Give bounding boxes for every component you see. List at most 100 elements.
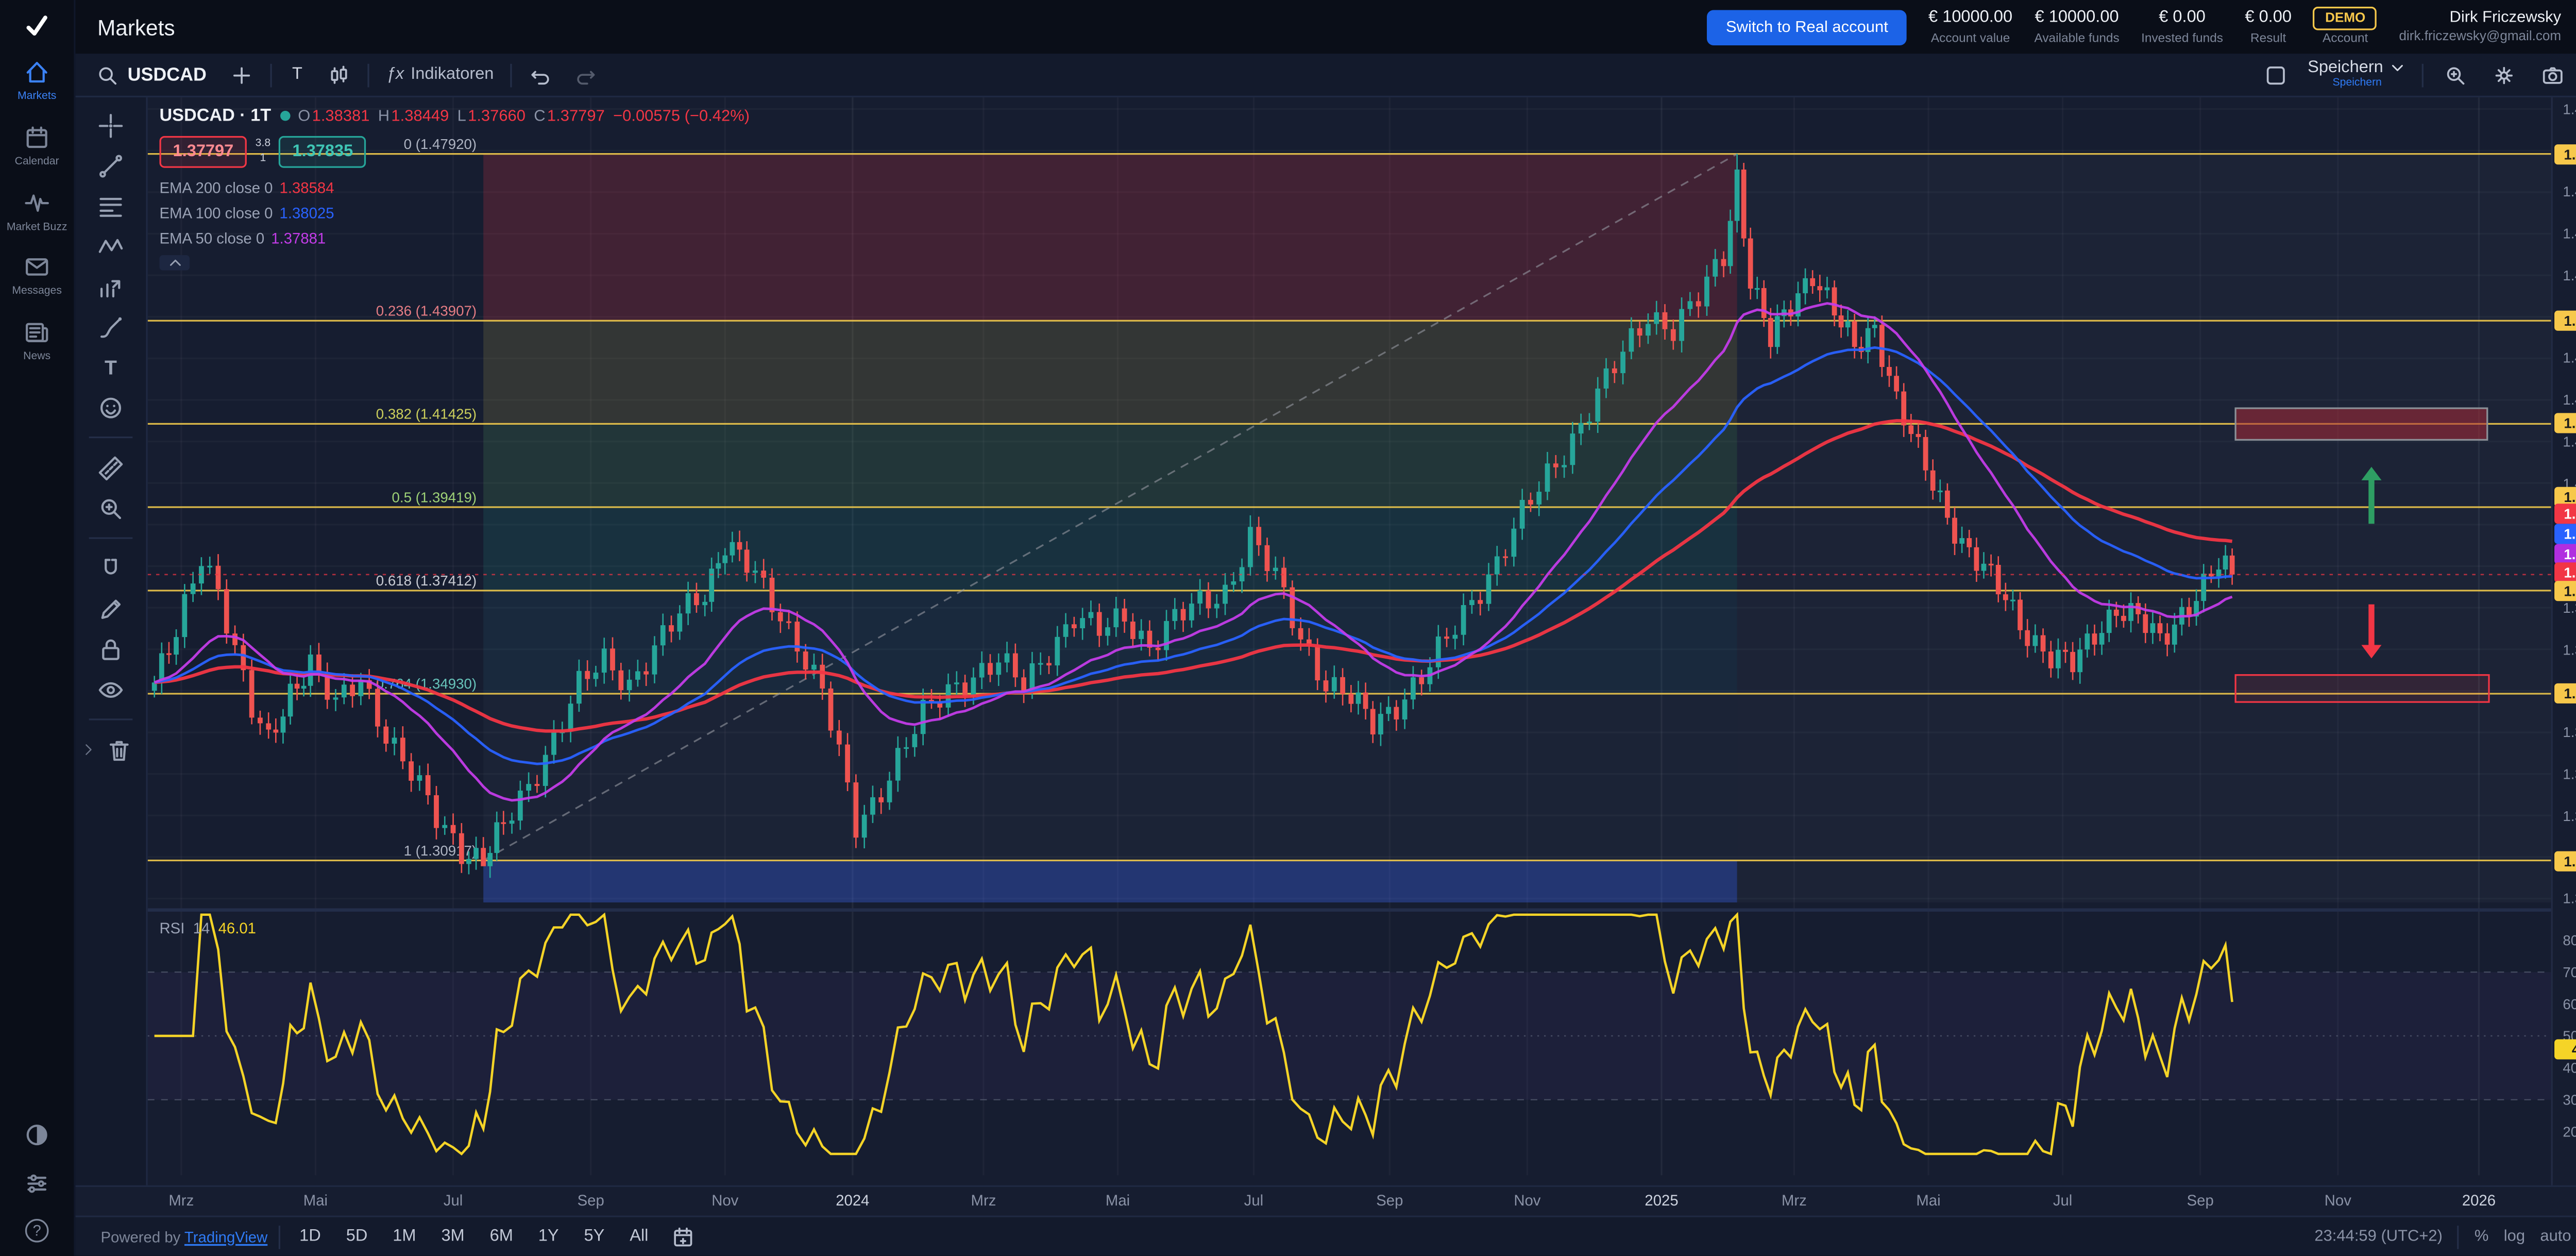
price-label-badge: 1.37412 xyxy=(2554,580,2576,600)
rsi-value-badge: 46.01 xyxy=(2554,1039,2576,1059)
range-6m-button[interactable]: 6M xyxy=(483,1224,520,1249)
stat-result: € 0.00Result xyxy=(2245,8,2292,45)
trash-icon[interactable] xyxy=(97,734,141,766)
time-tick: 2025 xyxy=(1645,1192,1678,1209)
mail-icon xyxy=(24,254,50,281)
range-1m-button[interactable]: 1M xyxy=(386,1224,422,1249)
bottom-toolbar: Powered by TradingView 1D 5D 1M 3M 6M 1Y… xyxy=(76,1216,2576,1256)
sidebar-item-label: News xyxy=(23,351,50,364)
time-axis[interactable]: MrzMaiJulSepNov2024MrzMaiJulSepNov2025Mr… xyxy=(76,1185,2576,1216)
indicator-legend-ema200[interactable]: EMA 200 close 01.38584 xyxy=(159,180,750,197)
magnet-icon[interactable] xyxy=(89,552,133,584)
sidebar-item-markets[interactable]: Markets xyxy=(0,59,74,104)
ohlc-values: O1.38381 H1.38449 L1.37660 C1.37797 xyxy=(298,107,605,125)
goto-date-icon[interactable] xyxy=(667,1220,700,1253)
rsi-tick: 40.00 xyxy=(2563,1060,2576,1077)
sidebar-item-calendar[interactable]: Calendar xyxy=(0,124,74,169)
price-tick: 1.30000 xyxy=(2563,890,2576,907)
toolbar-divider xyxy=(270,63,272,87)
buy-button[interactable]: 1.37835 xyxy=(279,136,366,168)
sidebar-item-messages[interactable]: Messages xyxy=(0,254,74,299)
sidebar-item-label: Calendar xyxy=(15,156,59,169)
time-tick: Mai xyxy=(303,1192,328,1209)
add-symbol-icon[interactable] xyxy=(225,58,259,91)
log-scale-toggle[interactable]: log xyxy=(2504,1227,2525,1246)
clock[interactable]: 23:44:59 (UTC+2) xyxy=(2314,1227,2443,1246)
range-1y-button[interactable]: 1Y xyxy=(532,1224,566,1249)
range-3m-button[interactable]: 3M xyxy=(434,1224,471,1249)
indicators-button[interactable]: ƒx Indikatoren xyxy=(381,60,499,89)
emoji-icon[interactable] xyxy=(89,391,133,423)
symbol-name: USDCAD xyxy=(128,64,207,85)
sidebar-item-market-buzz[interactable]: Market Buzz xyxy=(0,189,74,234)
tradingview-link[interactable]: TradingView xyxy=(184,1228,267,1245)
price-label-badge: 1.38584 xyxy=(2554,503,2576,523)
layout-select-icon[interactable] xyxy=(2259,58,2293,91)
svg-text:0.382 (1.41425): 0.382 (1.41425) xyxy=(376,406,477,422)
symbol-search[interactable]: USDCAD xyxy=(89,60,213,90)
interval-button[interactable]: T xyxy=(284,60,311,89)
trendline-icon[interactable] xyxy=(89,149,133,181)
price-axis[interactable]: 1.490001.470001.460001.450001.430001.420… xyxy=(2551,97,2576,1185)
range-1d-button[interactable]: 1D xyxy=(293,1224,328,1249)
save-button[interactable]: Speichern Speichern xyxy=(2308,59,2406,90)
time-tick: Nov xyxy=(711,1192,738,1209)
symbol-title[interactable]: USDCAD · 1T xyxy=(159,106,271,126)
chart-area[interactable]: 0 (1.47920)0.236 (1.43907)0.382 (1.41425… xyxy=(148,97,2551,1185)
chart-type-icon[interactable] xyxy=(323,58,356,91)
rsi-legend[interactable]: RSI1446.01 xyxy=(159,920,256,937)
zoom-in-icon[interactable] xyxy=(89,492,133,524)
range-all-button[interactable]: All xyxy=(623,1224,655,1249)
price-label-badge: 1.34930 xyxy=(2554,683,2576,704)
help-icon[interactable]: ? xyxy=(25,1219,49,1243)
drawing-toolbar: T xyxy=(76,97,148,1185)
undo-icon[interactable] xyxy=(524,58,557,91)
preferences-icon[interactable] xyxy=(24,1170,50,1197)
rsi-tick: 80.00 xyxy=(2563,932,2576,949)
quick-search-icon[interactable] xyxy=(2438,58,2472,91)
sidebar-item-news[interactable]: News xyxy=(0,320,74,364)
percent-scale-toggle[interactable]: % xyxy=(2475,1227,2489,1246)
auto-scale-toggle[interactable]: auto xyxy=(2540,1227,2571,1246)
theme-contrast-icon[interactable] xyxy=(24,1121,50,1148)
indicator-legend-ema50[interactable]: EMA 50 close 01.37881 xyxy=(159,230,750,247)
range-5y-button[interactable]: 5Y xyxy=(577,1224,611,1249)
powered-by: Powered by TradingView xyxy=(100,1228,267,1245)
edit-pencil-icon[interactable] xyxy=(89,593,133,625)
range-5d-button[interactable]: 5D xyxy=(340,1224,375,1249)
time-tick: Jul xyxy=(1244,1192,1264,1209)
stat-invested-funds: € 0.00Invested funds xyxy=(2141,8,2223,45)
chart-settings-icon[interactable] xyxy=(2487,58,2521,91)
demo-badge: DEMO xyxy=(2313,7,2377,31)
redo-icon[interactable] xyxy=(569,58,603,91)
chart-legend: USDCAD · 1T O1.38381 H1.38449 L1.37660 C… xyxy=(159,106,750,270)
lock-icon[interactable] xyxy=(89,633,133,665)
sell-button[interactable]: 1.37797 xyxy=(159,136,247,168)
time-tick: Sep xyxy=(2187,1192,2214,1209)
change-value: −0.00575 (−0.42%) xyxy=(613,107,750,125)
fib-retracement-icon[interactable] xyxy=(89,190,133,222)
pattern-icon[interactable] xyxy=(89,230,133,262)
toolbar-collapse-icon[interactable] xyxy=(80,734,95,766)
home-icon xyxy=(24,59,50,86)
forecast-icon[interactable] xyxy=(89,270,133,302)
legend-collapse-icon[interactable] xyxy=(159,255,190,270)
app-root: Markets Calendar Market Buzz Messages Ne… xyxy=(0,0,2576,1256)
brand-logo[interactable] xyxy=(24,12,50,39)
price-label-badge: 1.37881 xyxy=(2554,544,2576,564)
price-label-badge: 1.38025 xyxy=(2554,523,2576,543)
indicator-legend-ema100[interactable]: EMA 100 close 01.38025 xyxy=(159,205,750,222)
snapshot-camera-icon[interactable] xyxy=(2536,58,2569,91)
time-tick: Nov xyxy=(2325,1192,2351,1209)
stat-available-funds: € 10000.00Available funds xyxy=(2034,8,2119,45)
time-tick: Mai xyxy=(1106,1192,1130,1209)
hide-drawings-eye-icon[interactable] xyxy=(89,673,133,705)
price-tick: 1.43000 xyxy=(2563,350,2576,367)
text-tool-icon[interactable]: T xyxy=(89,351,133,383)
measure-ruler-icon[interactable] xyxy=(89,451,133,483)
market-buzz-icon xyxy=(24,189,50,216)
brush-icon[interactable] xyxy=(89,311,133,343)
crosshair-icon[interactable] xyxy=(89,109,133,141)
switch-to-real-button[interactable]: Switch to Real account xyxy=(1707,9,1906,44)
user-info[interactable]: Dirk Friczewsky dirk.friczewsky@gmail.co… xyxy=(2399,8,2561,46)
